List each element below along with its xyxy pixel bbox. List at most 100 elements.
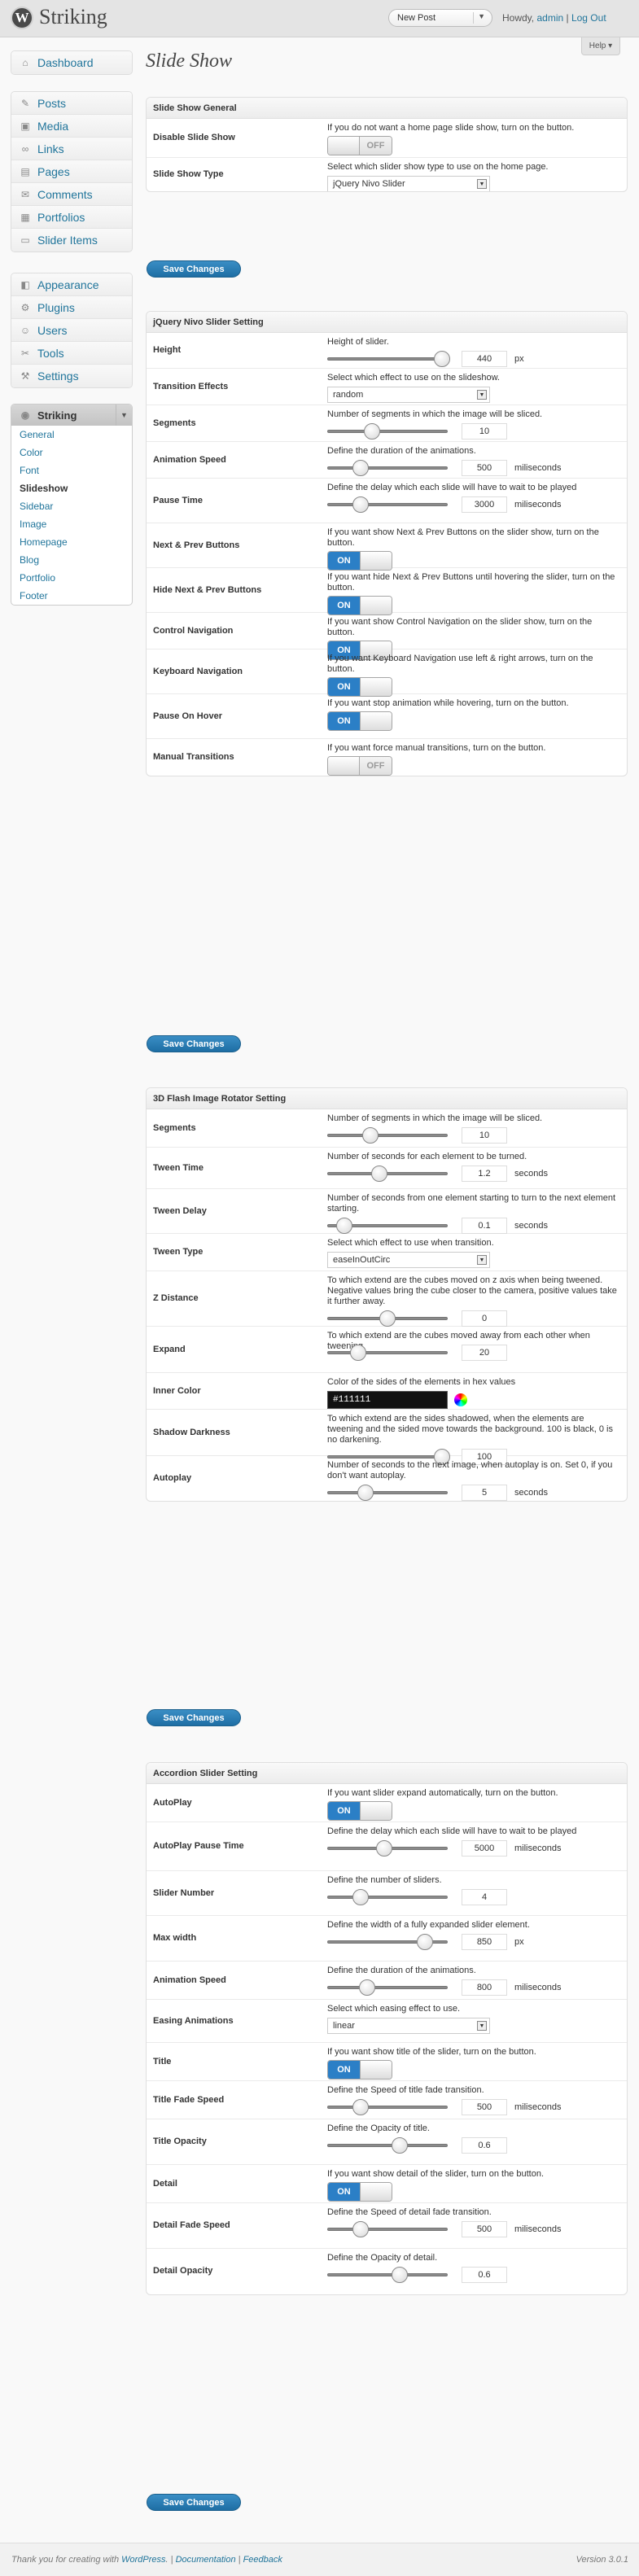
disable-slide-show-toggle[interactable]: OFF [327,136,392,155]
submenu-item-color[interactable]: Color [11,444,132,461]
sidebar-item-dashboard[interactable]: ⌂ Dashboard [11,51,132,74]
slider-handle[interactable] [433,351,450,367]
chevron-down-icon[interactable]: ▼ [116,405,132,426]
slider-handle[interactable] [357,1485,374,1501]
sidebar-item-media[interactable]: ▣ Media [11,115,132,138]
new-post-dropdown[interactable]: New Post ▼ [388,9,492,27]
title-opacity-slider[interactable] [327,2137,448,2154]
title-opacity-value-input[interactable]: 0.6 [462,2137,507,2154]
detail-opacity-slider[interactable] [327,2267,448,2283]
max-width-slider[interactable] [327,1934,448,1950]
sidebar-item-comments[interactable]: ✉ Comments [11,183,132,206]
submenu-item-slideshow[interactable]: Slideshow [11,479,132,497]
wordpress-logo-icon[interactable]: W [11,7,33,29]
sidebar-item-posts[interactable]: ✎ Posts [11,92,132,115]
animation-speed-value-input[interactable]: 800 [462,1979,507,1996]
slider-handle[interactable] [352,2221,370,2237]
segments-value-input[interactable]: 10 [462,1127,507,1144]
documentation-link[interactable]: Documentation [176,2555,236,2565]
sidebar-item-plugins[interactable]: ⚙ Plugins [11,296,132,319]
easing-animations-select[interactable]: linear ▼ [327,2018,490,2034]
site-name[interactable]: Striking [39,5,107,29]
tween-time-value-input[interactable]: 1.2 [462,1166,507,1182]
slider-handle[interactable] [391,2267,408,2283]
manual-transitions-toggle[interactable]: OFF [327,756,392,776]
segments-slider[interactable] [327,423,448,440]
sidebar-item-portfolios[interactable]: ▦ Portfolios [11,206,132,229]
sidebar-item-striking[interactable]: ◉ Striking ▼ [11,405,132,426]
slider-handle[interactable] [362,1127,379,1144]
help-tab[interactable]: Help ▾ [581,37,620,55]
sidebar-item-slider-items[interactable]: ▭ Slider Items [11,229,132,251]
submenu-item-image[interactable]: Image [11,515,132,533]
transition-effects-select[interactable]: random ▼ [327,387,490,403]
submenu-item-blog[interactable]: Blog [11,551,132,569]
autoplay-value-input[interactable]: 5 [462,1485,507,1501]
slider-number-slider[interactable] [327,1889,448,1905]
save-button[interactable]: Save Changes [147,1709,241,1726]
slider-handle[interactable] [375,1840,392,1857]
submenu-item-footer[interactable]: Footer [11,587,132,605]
pause-time-slider[interactable] [327,496,448,513]
segments-slider[interactable] [327,1127,448,1144]
wordpress-link[interactable]: WordPress [121,2555,165,2565]
expand-value-input[interactable]: 20 [462,1345,507,1361]
submenu-item-homepage[interactable]: Homepage [11,533,132,551]
sidebar-item-pages[interactable]: ▤ Pages [11,160,132,183]
slider-handle[interactable] [358,1979,375,1996]
title-fade-speed-value-input[interactable]: 500 [462,2099,507,2115]
sidebar-item-links[interactable]: ∞ Links [11,138,132,160]
save-button[interactable]: Save Changes [147,260,241,278]
tween-delay-slider[interactable] [327,1218,448,1234]
color-wheel-icon[interactable] [454,1393,467,1406]
autoplay-pause-time-value-input[interactable]: 5000 [462,1840,507,1857]
slider-handle[interactable] [363,423,380,440]
slider-handle[interactable] [352,460,370,476]
submenu-item-font[interactable]: Font [11,461,132,479]
sidebar-item-settings[interactable]: ⚒ Settings [11,365,132,387]
user-link[interactable]: admin [536,12,563,24]
slider-handle[interactable] [352,1889,370,1905]
tween-type-select[interactable]: easeInOutCirc ▼ [327,1252,490,1268]
tween-time-slider[interactable] [327,1166,448,1182]
save-button[interactable]: Save Changes [147,2494,241,2511]
slider-handle[interactable] [416,1934,433,1950]
slider-handle[interactable] [352,2099,370,2115]
detail-toggle[interactable]: ON [327,2182,392,2202]
slider-handle[interactable] [391,2137,408,2154]
expand-slider[interactable] [327,1345,448,1361]
submenu-item-portfolio[interactable]: Portfolio [11,569,132,587]
detail-fade-speed-value-input[interactable]: 500 [462,2221,507,2237]
logout-link[interactable]: Log Out [571,12,606,24]
height-value-input[interactable]: 440 [462,351,507,367]
sidebar-item-appearance[interactable]: ◧ Appearance [11,273,132,296]
autoplay-pause-time-slider[interactable] [327,1840,448,1857]
autoplay-slider[interactable] [327,1485,448,1501]
feedback-link[interactable]: Feedback [243,2555,282,2565]
submenu-item-sidebar[interactable]: Sidebar [11,497,132,515]
max-width-value-input[interactable]: 850 [462,1934,507,1950]
title-toggle[interactable]: ON [327,2060,392,2080]
inner-color-input[interactable]: #111111 [327,1391,448,1409]
slider-handle[interactable] [335,1218,352,1234]
pause-on-hover-toggle[interactable]: ON [327,711,392,731]
sidebar-item-users[interactable]: ☺ Users [11,319,132,342]
segments-value-input[interactable]: 10 [462,423,507,440]
autoplay-toggle[interactable]: ON [327,1801,392,1821]
title-fade-speed-slider[interactable] [327,2099,448,2115]
pause-time-value-input[interactable]: 3000 [462,496,507,513]
slider-handle[interactable] [379,1310,396,1327]
tween-delay-value-input[interactable]: 0.1 [462,1218,507,1234]
slider-handle[interactable] [350,1345,367,1361]
sidebar-item-tools[interactable]: ✂ Tools [11,342,132,365]
save-button[interactable]: Save Changes [147,1035,241,1052]
z-distance-value-input[interactable]: 0 [462,1310,507,1327]
height-slider[interactable] [327,351,450,367]
slide-show-type-select[interactable]: jQuery Nivo Slider ▼ [327,176,490,191]
slider-number-value-input[interactable]: 4 [462,1889,507,1905]
animation-speed-value-input[interactable]: 500 [462,460,507,476]
submenu-item-general[interactable]: General [11,426,132,444]
animation-speed-slider[interactable] [327,1979,448,1996]
slider-handle[interactable] [370,1166,387,1182]
detail-fade-speed-slider[interactable] [327,2221,448,2237]
